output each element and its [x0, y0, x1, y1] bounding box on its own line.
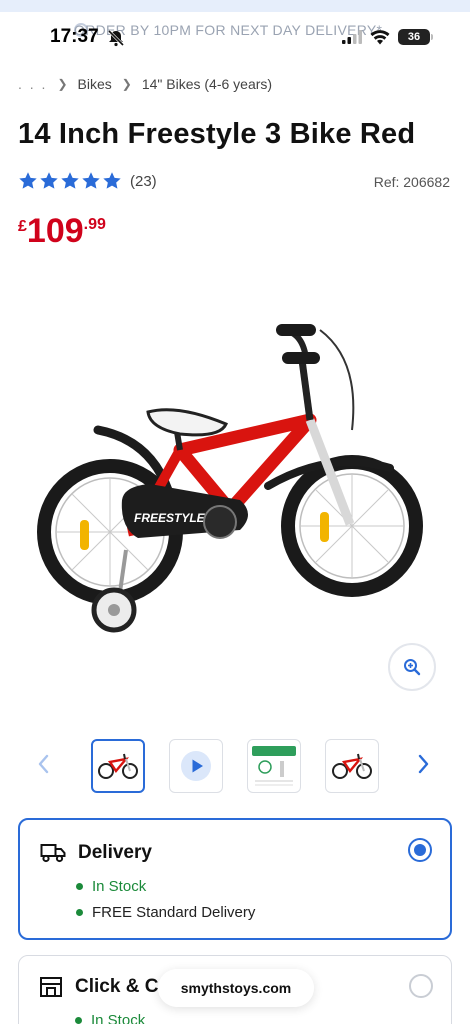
battery-indicator: 36 — [398, 29, 433, 45]
bike-thumbnail — [332, 753, 372, 779]
delivery-stock-status: In Stock — [76, 878, 146, 895]
zoom-button[interactable] — [388, 643, 436, 691]
status-time: 17:37 — [50, 26, 99, 47]
stock-dot — [76, 883, 83, 890]
breadcrumb-item-bikes[interactable]: Bikes — [78, 76, 112, 92]
stock-dot — [75, 1017, 82, 1024]
collect-radio[interactable] — [409, 974, 433, 998]
thumbnail-bike-alt[interactable] — [325, 739, 379, 793]
delivery-radio[interactable] — [408, 838, 432, 862]
delivery-shipping-info: FREE Standard Delivery — [76, 904, 255, 921]
store-icon — [40, 977, 62, 997]
status-icons: 36 — [342, 29, 433, 45]
chevron-right-icon: ❯ — [57, 77, 68, 91]
thumbnail-size-guide[interactable] — [247, 739, 301, 793]
promo-banner-strip — [0, 0, 470, 12]
collect-stock-status: In Stock — [75, 1012, 145, 1024]
delivery-shipping-label: FREE Standard Delivery — [92, 904, 256, 921]
chevron-right-icon: ❯ — [121, 77, 132, 91]
browser-url-bar[interactable]: smythstoys.com — [158, 969, 314, 1007]
collect-header: Click & C — [39, 976, 158, 998]
star-rating — [18, 171, 122, 191]
star-icon — [40, 172, 58, 189]
breadcrumb: . . . ❯ Bikes ❯ 14" Bikes (4-6 years) — [18, 76, 272, 92]
breadcrumb-item-14-inch-bikes[interactable]: 14" Bikes (4-6 years) — [142, 76, 272, 92]
size-guide-thumbnail — [252, 746, 296, 786]
page-title: 14 Inch Freestyle 3 Bike Red — [18, 118, 416, 150]
star-icon — [103, 172, 121, 189]
product-ref: Ref: 206682 — [373, 174, 450, 190]
truck-icon — [40, 844, 66, 863]
chevron-left-icon[interactable] — [36, 753, 50, 775]
price: £ 109 .99 — [18, 212, 106, 250]
status-bar: ORDER BY 10PM FOR NEXT DAY DELIVERY* 17:… — [0, 0, 470, 52]
delivery-header: Delivery — [40, 842, 152, 864]
breadcrumb-ellipsis[interactable]: . . . — [18, 76, 47, 92]
wifi-icon — [370, 29, 390, 44]
review-count[interactable]: (23) — [130, 173, 157, 190]
zoom-in-icon — [404, 659, 421, 676]
price-pence: .99 — [83, 216, 106, 233]
svg-text:FREESTYLE: FREESTYLE — [134, 511, 206, 525]
thumbnail-bike[interactable] — [91, 739, 145, 793]
signal-icon — [342, 30, 362, 44]
star-icon — [19, 172, 37, 189]
delivery-stock-label: In Stock — [92, 878, 147, 895]
star-icon — [82, 172, 100, 189]
collect-stock-label: In Stock — [91, 1012, 146, 1024]
delivery-title: Delivery — [78, 842, 152, 863]
rating-row[interactable]: (23) — [18, 171, 157, 191]
bell-muted-icon — [107, 29, 125, 47]
product-image[interactable]: FREESTYLE — [30, 300, 440, 640]
star-icon — [61, 172, 79, 189]
thumbnail-video[interactable] — [169, 739, 223, 793]
delivery-option-card[interactable]: Delivery In Stock FREE Standard Delivery — [18, 818, 452, 940]
chevron-right-icon[interactable] — [417, 753, 431, 775]
collect-title: Click & C — [75, 976, 159, 997]
price-currency: £ — [18, 218, 27, 235]
stock-dot — [76, 909, 83, 916]
thumbnail-strip — [0, 737, 470, 795]
bike-thumbnail — [98, 753, 138, 779]
price-main: 109 — [26, 212, 84, 250]
play-video-icon — [181, 751, 211, 781]
